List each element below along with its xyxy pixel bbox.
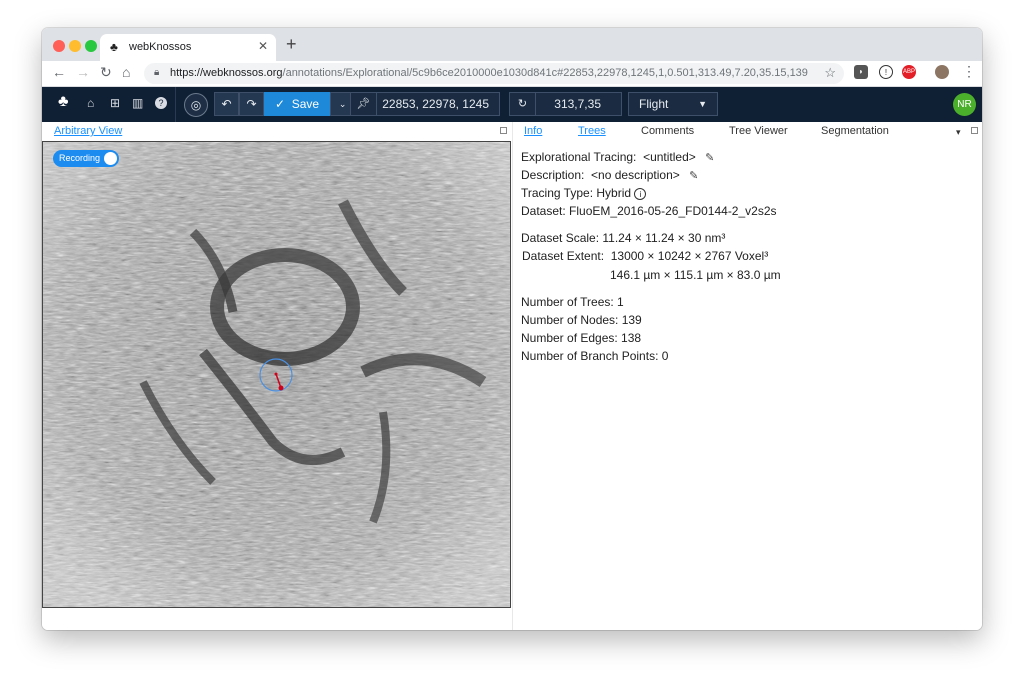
browser-navbar: ← → ↻ ⌂ 🔒︎ https://webknossos.org/annota… <box>42 61 982 87</box>
pocket-icon[interactable]: ◗ <box>854 65 868 79</box>
user-avatar[interactable]: NR <box>953 93 976 116</box>
recording-toggle[interactable]: Recording <box>53 150 119 167</box>
new-tab-icon[interactable]: + <box>286 34 297 55</box>
browser-tab[interactable]: ♣ webKnossos ✕ <box>100 34 276 61</box>
toolbar-divider <box>175 87 176 122</box>
edit-description-icon[interactable]: ✎ <box>689 170 698 182</box>
tracing-type-row: Tracing Type: Hybrid i <box>521 186 647 200</box>
tab-arbitrary-view[interactable]: Arbitrary View <box>54 125 122 137</box>
menu-icon[interactable]: ⋮ <box>962 63 976 80</box>
save-button[interactable]: ✓ Save <box>264 92 331 116</box>
redo-icon[interactable]: ↷ <box>239 92 264 116</box>
statistics-icon[interactable]: ▥ <box>132 96 143 110</box>
viewport-pane: Arbitrary View Recording <box>42 122 512 630</box>
home-icon[interactable]: ⌂ <box>87 96 94 110</box>
clover-icon: ♣ <box>110 40 118 54</box>
tabs-dropdown-icon[interactable]: ▾ <box>956 127 961 138</box>
toggle-knob <box>104 152 117 165</box>
app-toolbar: ♣ ⌂ ⊞ ▥ ? ◎ ↶ ↷ ✓ Save ⌄ 📌︎ 22853, 22978… <box>42 87 982 122</box>
tree-count: Number of Trees: 1 <box>521 295 624 309</box>
address-bar[interactable]: 🔒︎ https://webknossos.org/annotations/Ex… <box>144 63 844 84</box>
edge-count: Number of Edges: 138 <box>521 331 642 345</box>
tab-strip: ♣ webKnossos ✕ + <box>42 28 982 61</box>
close-window-button[interactable] <box>53 40 65 52</box>
tab-tree-viewer[interactable]: Tree Viewer <box>729 125 788 137</box>
dataset-extent-um: 146.1 µm × 115.1 µm × 83.0 µm <box>610 268 781 282</box>
history-save-group: ↶ ↷ ✓ Save ⌄ <box>214 92 356 116</box>
rotate-icon: ↻ <box>510 93 536 115</box>
minimize-window-button[interactable] <box>69 40 81 52</box>
help-icon[interactable]: ? <box>155 97 167 109</box>
tracing-name-row: Explorational Tracing: <untitled> ✎ <box>521 150 715 164</box>
browser-window: ♣ webKnossos ✕ + ← → ↻ ⌂ 🔒︎ https://webk… <box>42 28 982 630</box>
edit-name-icon[interactable]: ✎ <box>705 152 714 164</box>
node-count: Number of Nodes: 139 <box>521 313 642 327</box>
dataset-scale-row: Dataset Scale: 11.24 × 11.24 × 30 nm³ <box>521 231 726 245</box>
settings-icon[interactable]: ◎ <box>184 93 208 117</box>
adblock-icon[interactable]: ABP <box>902 65 916 79</box>
back-icon[interactable]: ← <box>52 64 66 80</box>
profile-avatar[interactable] <box>935 65 949 79</box>
webknossos-logo-icon[interactable]: ♣ <box>58 93 69 111</box>
info-pane: Info Trees Comments Tree Viewer Segmenta… <box>512 122 982 630</box>
home-icon[interactable]: ⌂ <box>122 64 130 80</box>
dataset-icon[interactable]: ⊞ <box>110 96 120 110</box>
forward-icon[interactable]: → <box>76 64 90 80</box>
viewport-pane-header: Arbitrary View <box>42 122 512 140</box>
maximize-window-button[interactable] <box>85 40 97 52</box>
dataset-row: Dataset: FluoEM_2016-05-26_FD0144-2_v2s2… <box>521 204 777 218</box>
view-mode-select[interactable]: Flight ▼ <box>628 92 718 116</box>
lock-icon: 🔒︎ <box>154 67 160 78</box>
tab-info[interactable]: Info <box>524 125 542 137</box>
url-text: https://webknossos.org/annotations/Explo… <box>170 67 808 79</box>
chevron-down-icon: ▼ <box>698 99 707 109</box>
maximize-pane-icon[interactable] <box>500 127 507 134</box>
tab-segmentation[interactable]: Segmentation <box>821 125 889 137</box>
info-icon[interactable]: i <box>634 188 647 200</box>
position-input[interactable]: 📌︎ 22853, 22978, 1245 <box>350 92 500 116</box>
maximize-pane-icon[interactable] <box>971 127 978 134</box>
pin-icon: 📌︎ <box>351 93 377 115</box>
close-tab-icon[interactable]: ✕ <box>258 39 268 53</box>
tab-title: webKnossos <box>129 41 192 53</box>
em-image <box>43 142 510 607</box>
tab-trees[interactable]: Trees <box>578 125 606 137</box>
bookmark-star-icon[interactable]: ☆ <box>824 65 836 81</box>
dataset-extent-row: Dataset Extent: 13000 × 10242 × 2767 Vox… <box>522 249 769 263</box>
branch-point-count: Number of Branch Points: 0 <box>521 349 669 363</box>
tab-comments[interactable]: Comments <box>641 125 694 137</box>
info-extension-icon[interactable]: ! <box>879 65 893 79</box>
description-row: Description: <no description> ✎ <box>521 168 699 182</box>
reload-icon[interactable]: ↻ <box>100 64 112 81</box>
undo-icon[interactable]: ↶ <box>214 92 239 116</box>
arbitrary-viewport[interactable]: Recording <box>42 141 511 608</box>
rotation-input[interactable]: ↻ 313,7,35 <box>509 92 622 116</box>
